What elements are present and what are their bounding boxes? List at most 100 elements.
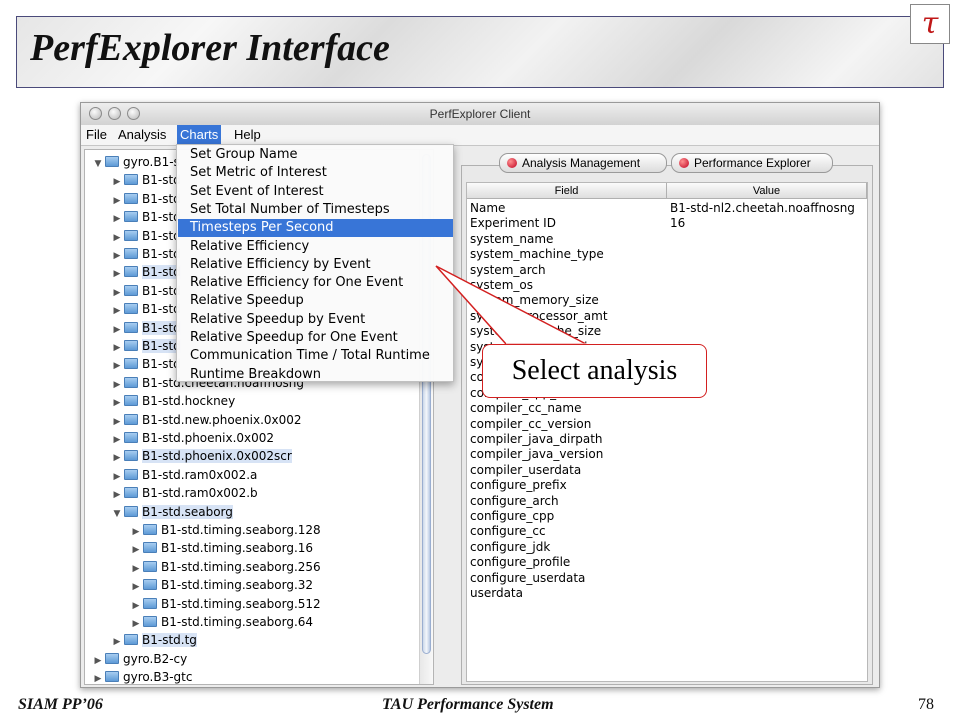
tree-item[interactable]: ▶ B1-std.ram0x002.b [110, 484, 258, 502]
tree-item[interactable]: ▶ B1-std [110, 208, 181, 226]
tree-item[interactable]: ▶ B1-std [110, 282, 181, 300]
charts-menu-item[interactable]: Communication Time / Total Runtime [178, 347, 453, 365]
table-cell-field[interactable]: compiler_cc_name [470, 401, 581, 416]
disclosure-collapsed-icon[interactable]: ▶ [110, 357, 124, 375]
disclosure-collapsed-icon[interactable]: ▶ [129, 615, 143, 633]
table-cell-field[interactable]: Name [470, 201, 505, 216]
tree-item[interactable]: ▶ B1-std [110, 171, 181, 189]
disclosure-collapsed-icon[interactable]: ▶ [110, 265, 124, 283]
tree-item[interactable]: ▶ B1-std.ram0x002.a [110, 466, 258, 486]
tree-item[interactable]: ▼ B1-std.seaborg [110, 503, 233, 521]
tree-item[interactable]: ▶ B1-std [110, 245, 181, 263]
table-cell-field[interactable]: system_os [470, 278, 533, 293]
tree-item[interactable]: ▶ B1-std [110, 355, 181, 373]
disclosure-collapsed-icon[interactable]: ▶ [110, 192, 124, 210]
disclosure-collapsed-icon[interactable]: ▶ [110, 247, 124, 265]
tree-item[interactable]: ▶ B1-std [110, 227, 181, 245]
menu-file[interactable]: File [83, 127, 110, 142]
disclosure-collapsed-icon[interactable]: ▶ [110, 339, 124, 357]
tree-item[interactable]: ▶ gyro.B3-gtc [91, 668, 193, 684]
tree-item[interactable]: ▶ B1-std [110, 337, 181, 355]
charts-menu-item[interactable]: Relative Speedup [178, 292, 453, 310]
tree-item[interactable]: ▶ B1-std [110, 263, 181, 281]
tree-item[interactable]: ▶ B1-std.timing.seaborg.512 [129, 595, 321, 613]
tab-performance-explorer[interactable]: Performance Explorer [671, 153, 833, 173]
disclosure-collapsed-icon[interactable]: ▶ [110, 449, 124, 467]
disclosure-expanded-icon[interactable]: ▼ [110, 505, 124, 523]
tree-item[interactable]: ▶ B1-std [110, 300, 181, 318]
table-cell-field[interactable]: compiler_userdata [470, 463, 581, 478]
table-cell-field[interactable]: system_memory_size [470, 293, 599, 308]
menu-analysis[interactable]: Analysis [115, 127, 169, 142]
disclosure-collapsed-icon[interactable]: ▶ [129, 523, 143, 541]
disclosure-collapsed-icon[interactable]: ▶ [110, 468, 124, 486]
disclosure-collapsed-icon[interactable]: ▶ [91, 670, 105, 684]
charts-menu-item[interactable]: Relative Speedup by Event [178, 311, 453, 329]
table-cell-field[interactable]: compiler_cc_version [470, 417, 591, 432]
tree-item[interactable]: ▶ B1-std.phoenix.0x002 [110, 429, 275, 449]
charts-menu-item[interactable]: Runtime Breakdown [178, 366, 453, 384]
tree-item[interactable]: ▶ B1-std.timing.seaborg.128 [129, 521, 321, 539]
disclosure-collapsed-icon[interactable]: ▶ [110, 284, 124, 302]
tree-item[interactable]: ▶ B1-std.tg [110, 631, 197, 649]
charts-menu-item[interactable]: Relative Speedup for One Event [178, 329, 453, 347]
disclosure-collapsed-icon[interactable]: ▶ [110, 229, 124, 247]
tree-item[interactable]: ▶ B1-std.new.phoenix.0x002 [110, 411, 302, 429]
table-cell-field[interactable]: configure_profile [470, 555, 570, 570]
disclosure-collapsed-icon[interactable]: ▶ [91, 652, 105, 670]
table-cell-field[interactable]: configure_cpp [470, 509, 554, 524]
disclosure-collapsed-icon[interactable]: ▶ [110, 486, 124, 504]
table-cell-field[interactable]: configure_prefix [470, 478, 567, 493]
disclosure-collapsed-icon[interactable]: ▶ [129, 597, 143, 615]
tree-item[interactable]: ▼ gyro.B1-s [91, 153, 180, 171]
tree-item[interactable]: ▶ B1-std.timing.seaborg.32 [129, 576, 314, 596]
tree-item[interactable]: ▶ B1-std [110, 190, 181, 208]
disclosure-collapsed-icon[interactable]: ▶ [129, 560, 143, 578]
disclosure-collapsed-icon[interactable]: ▶ [129, 578, 143, 596]
table-cell-field[interactable]: system_processor_amt [470, 309, 608, 324]
charts-menu-item[interactable]: Relative Efficiency by Event [178, 256, 453, 274]
disclosure-collapsed-icon[interactable]: ▶ [110, 633, 124, 651]
tree-item[interactable]: ▶ B1-std.phoenix.0x002scr [110, 447, 292, 465]
table-cell-field[interactable]: Experiment ID [470, 216, 556, 231]
table-cell-field[interactable]: system_name [470, 232, 553, 247]
table-cell-field[interactable]: system_l1_cache_size [470, 324, 601, 339]
table-cell-field[interactable]: compiler_java_dirpath [470, 432, 603, 447]
table-cell-value[interactable]: B1-std-nl2.cheetah.noaffnosng [670, 201, 855, 216]
tree-item[interactable]: ▶ B1-std.hockney [110, 392, 236, 412]
charts-menu-item[interactable]: Set Group Name [178, 146, 453, 164]
table-cell-field[interactable]: system_arch [470, 263, 546, 278]
table-cell-field[interactable]: configure_cc [470, 524, 546, 539]
table-cell-field[interactable]: configure_jdk [470, 540, 550, 555]
table-cell-field[interactable]: compiler_java_version [470, 447, 603, 462]
table-cell-field[interactable]: configure_arch [470, 494, 559, 509]
tree-item[interactable]: ▶ B1-std [110, 319, 181, 337]
tab-analysis-management[interactable]: Analysis Management [499, 153, 667, 173]
column-header-value[interactable]: Value [667, 183, 867, 199]
charts-menu-item[interactable]: Set Total Number of Timesteps [178, 201, 453, 219]
tree-item[interactable]: ▶ B1-std.timing.seaborg.256 [129, 558, 321, 576]
tree-item[interactable]: ▶ B1-std.timing.seaborg.16 [129, 539, 314, 559]
disclosure-collapsed-icon[interactable]: ▶ [129, 541, 143, 559]
disclosure-collapsed-icon[interactable]: ▶ [110, 210, 124, 228]
disclosure-collapsed-icon[interactable]: ▶ [110, 173, 124, 191]
disclosure-collapsed-icon[interactable]: ▶ [110, 431, 124, 449]
tree-item[interactable]: ▶ gyro.B2-cy [91, 650, 188, 670]
tree-item[interactable]: ▶ B1-std.timing.seaborg.64 [129, 613, 314, 633]
charts-menu-item[interactable]: Timesteps Per Second [178, 219, 453, 238]
charts-menu-item[interactable]: Set Metric of Interest [178, 164, 453, 182]
disclosure-collapsed-icon[interactable]: ▶ [110, 394, 124, 412]
column-header-field[interactable]: Field [467, 183, 667, 199]
disclosure-collapsed-icon[interactable]: ▶ [110, 376, 124, 394]
menu-help[interactable]: Help [231, 127, 264, 142]
charts-menu-item[interactable]: Relative Efficiency for One Event [178, 274, 453, 292]
disclosure-expanded-icon[interactable]: ▼ [91, 155, 105, 173]
table-cell-field[interactable]: system_machine_type [470, 247, 604, 262]
disclosure-collapsed-icon[interactable]: ▶ [110, 413, 124, 431]
charts-menu-item[interactable]: Set Event of Interest [178, 183, 453, 201]
table-cell-value[interactable]: 16 [670, 216, 685, 231]
window-titlebar[interactable]: PerfExplorer Client [81, 103, 879, 126]
table-cell-field[interactable]: userdata [470, 586, 523, 601]
disclosure-collapsed-icon[interactable]: ▶ [110, 302, 124, 320]
table-cell-field[interactable]: configure_userdata [470, 571, 585, 586]
